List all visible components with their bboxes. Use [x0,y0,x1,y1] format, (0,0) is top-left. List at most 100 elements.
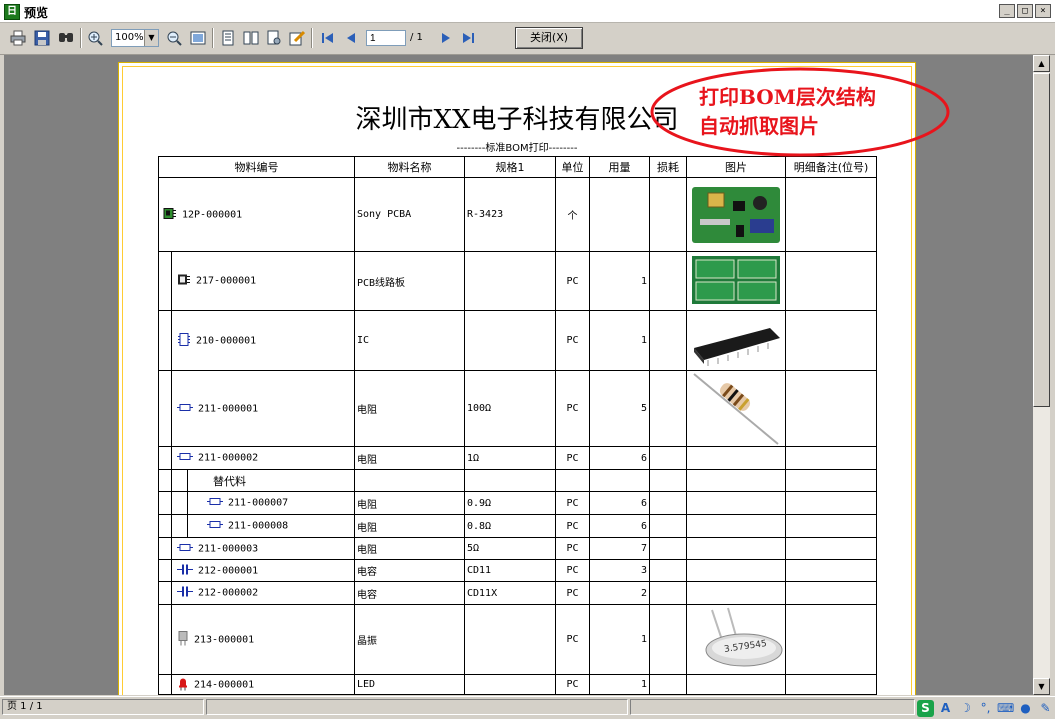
remark-cell [785,537,877,560]
image-cell [686,537,786,560]
material-name: 电容 [354,581,465,605]
punctuation-icon[interactable]: °, [977,700,994,717]
last-page-icon[interactable] [459,29,477,47]
quantity-cell: 1 [589,604,650,675]
page-setup-icon[interactable] [265,29,283,47]
loss-cell [649,469,687,492]
image-cell [686,581,786,605]
capacitor-icon [177,563,193,578]
material-spec: 100Ω [464,370,556,447]
zoom-select[interactable]: 100% ▼ [111,29,159,47]
crystal-photo: 3.579545 [688,606,784,674]
material-spec: 1Ω [464,446,556,470]
unit-cell: PC [555,581,590,605]
tree-line [171,492,172,514]
previous-page-icon[interactable] [342,29,360,47]
loss-cell [649,370,687,447]
zoom-out-icon[interactable] [165,29,183,47]
scroll-thumb[interactable] [1033,73,1050,407]
loss-cell [649,514,687,538]
edit-icon[interactable] [288,29,306,47]
callout-line-2: 自动抓取图片 [699,114,819,138]
resistor-icon [207,497,223,510]
close-preview-button[interactable]: 关闭(X) [515,27,583,49]
wrench-icon[interactable]: ✎ [1037,700,1054,717]
ime-a-icon[interactable]: A [937,700,954,717]
save-icon[interactable] [33,29,51,47]
material-name: 晶振 [354,604,465,675]
next-page-icon[interactable] [437,29,455,47]
unit-cell: 个 [555,177,590,252]
pcb-photo [688,253,785,310]
keyboard-icon[interactable]: ⌨ [997,700,1014,717]
quantity-cell: 5 [589,370,650,447]
find-icon[interactable] [57,29,75,47]
table-row: 213-000001 晶振 PC 1 3.579545 [158,604,877,675]
first-page-icon[interactable] [319,29,337,47]
pcba-icon [163,206,177,223]
material-name: IC [354,310,465,371]
loss-cell [649,537,687,560]
scroll-down-icon[interactable]: ▼ [1033,678,1050,695]
maximize-button[interactable]: □ [1017,4,1033,18]
minimize-button[interactable]: _ [999,4,1015,18]
resistor-icon [177,402,193,415]
unit-cell: PC [555,559,590,582]
material-code: 212-000001 [198,565,259,576]
led-icon [177,676,189,693]
tree-line [171,560,172,581]
material-code-cell: 211-000001 [158,370,355,447]
zoom-in-icon[interactable] [86,29,104,47]
material-code: 211-000003 [198,543,259,554]
tree-line [187,515,188,537]
remark-cell [785,674,877,695]
image-cell [686,674,786,695]
table-row: 211-000002 电阻 1Ω PC 6 [158,446,877,470]
moon-icon[interactable]: ☽ [957,700,974,717]
material-code-cell: 217-000001 [158,251,355,311]
column-header: 物料名称 [354,156,465,178]
vertical-scrollbar[interactable]: ▲ ▼ [1033,55,1050,695]
image-cell [686,310,786,371]
remark-cell [785,177,877,252]
image-cell [686,251,786,311]
unit-cell: PC [555,370,590,447]
toolbar: 100% ▼ / 1 关闭(X) [0,23,1055,55]
column-header: 图片 [686,156,786,178]
preview-area[interactable]: 深圳市XX电子科技有限公司 --------标准BOM打印-------- 物料… [4,55,1033,695]
image-cell [686,370,786,447]
chevron-down-icon[interactable]: ▼ [144,30,158,46]
unit-cell: PC [555,446,590,470]
material-spec [464,604,556,675]
table-row: 12P-000001 Sony PCBA R-3423 个 [158,177,877,252]
quantity-cell: 6 [589,446,650,470]
sogou-icon[interactable]: S [917,699,934,717]
scroll-up-icon[interactable]: ▲ [1033,55,1050,72]
unit-cell: PC [555,674,590,695]
material-name [354,469,465,492]
table-row: 217-000001 PCB线路板 PC 1 [158,251,877,311]
window-title: 预览 [24,6,49,20]
material-code-cell: 211-000007 [158,491,355,515]
table-row: 212-000001 电容 CD11 PC 3 [158,559,877,582]
unit-cell: PC [555,251,590,311]
column-header: 用量 [589,156,650,178]
remark-cell [785,446,877,470]
material-spec [464,469,556,492]
single-page-icon[interactable] [219,29,237,47]
material-code-cell: 替代料 [158,469,355,492]
remark-cell [785,491,877,515]
material-spec: R-3423 [464,177,556,252]
print-icon[interactable] [9,29,27,47]
user-icon[interactable]: ● [1017,700,1034,717]
quantity-cell: 6 [589,491,650,515]
multi-page-icon[interactable] [242,29,260,47]
close-window-button[interactable]: × [1035,4,1051,18]
page-number-input[interactable] [366,30,406,46]
fit-page-icon[interactable] [189,29,207,47]
ic-chip-icon [177,332,191,349]
loss-cell [649,674,687,695]
remark-cell [785,604,877,675]
toolbar-separator [80,28,82,48]
tree-line [171,470,172,491]
